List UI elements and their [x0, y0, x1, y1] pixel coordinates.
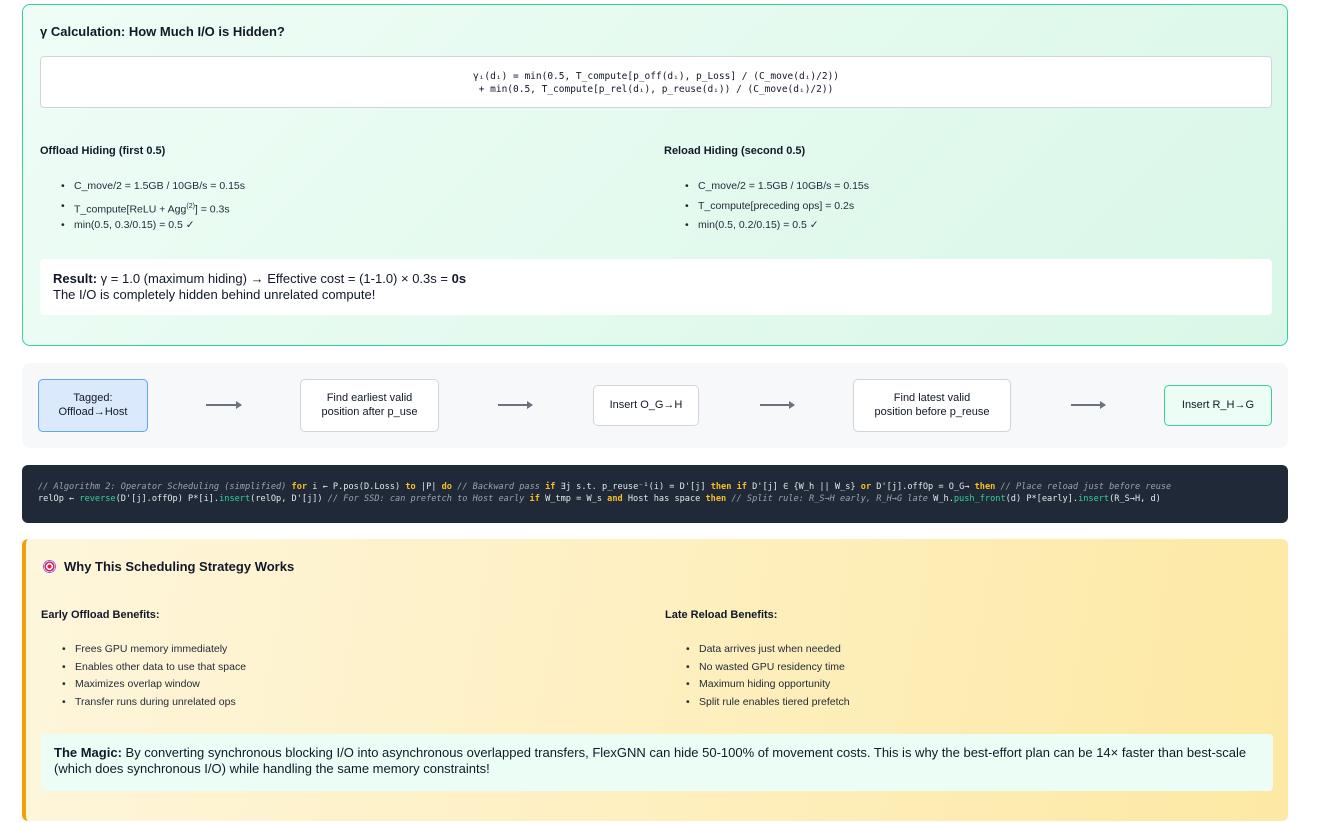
scheduling-flow-diagram: Tagged: Offload→Host Find earliest valid p… — [22, 363, 1288, 448]
code-token: D'[j] ∈ {W_h || W_s} — [746, 482, 861, 492]
result-line-2: The I/O is completely hidden behind unre… — [53, 287, 376, 302]
flow-node-tagged: Tagged: Offload→Host — [38, 379, 148, 432]
magic-label: The Magic: — [54, 745, 122, 760]
reload-hiding-list: C_move/2 = 1.5GB / 10GB/s = 0.15s T_comp… — [682, 177, 869, 236]
code-token: insert — [1078, 494, 1110, 504]
early-offload-list: Frees GPU memory immediately Enables oth… — [59, 641, 246, 711]
list-item: Split rule enables tiered prefetch — [683, 694, 850, 712]
algorithm-code-block: // Algorithm 2: Operator Scheduling (sim… — [22, 465, 1288, 523]
node-line-1: Find earliest valid — [326, 392, 413, 404]
code-token: // Split rule: R_S→H early, R_H→G late — [726, 494, 934, 504]
formula-line-1: γᵢ(dᵢ) = min(0.5, T_compute[p_off(dᵢ), p… — [472, 71, 840, 82]
gamma-formula: γᵢ(dᵢ) = min(0.5, T_compute[p_off(dᵢ), p… — [40, 56, 1272, 108]
list-item: Maximizes overlap window — [59, 676, 246, 694]
code-token: D'[j].offOp = O_G→ — [871, 482, 975, 492]
list-item: Frees GPU memory immediately — [59, 641, 246, 659]
code-token: to — [405, 482, 416, 492]
code-token: if — [736, 482, 747, 492]
flow-node-insert-reload: Insert R_H→G — [1164, 385, 1272, 426]
code-token: then — [974, 482, 996, 492]
list-item: Maximum hiding opportunity — [683, 676, 850, 694]
code-token: // Algorithm 2: Operator Scheduling (sim… — [38, 482, 292, 492]
offload-hiding-heading: Offload Hiding (first 0.5) — [40, 145, 166, 157]
code-token: or — [860, 482, 872, 492]
list-item: C_move/2 = 1.5GB / 10GB/s = 0.15s — [682, 177, 869, 197]
list-item: min(0.5, 0.3/0.15) = 0.5 ✓ — [58, 216, 245, 236]
gamma-calculation-card: γ Calculation: How Much I/O is Hidden? γ… — [22, 4, 1288, 346]
code-token: W_h. — [933, 494, 954, 504]
list-item: Enables other data to use that space — [59, 659, 246, 677]
code-token: (relOp, D'[j]) — [250, 494, 328, 504]
flow-arrow — [206, 401, 242, 409]
flow-node-find-earliest: Find earliest valid position after p_use — [300, 379, 439, 432]
code-token: (d) P*[early]. — [1005, 494, 1079, 504]
magic-text: By converting synchronous blocking I/O i… — [54, 745, 1247, 776]
flow-node-find-latest: Find latest valid position before p_reuse — [853, 379, 1011, 432]
flow-arrow — [760, 401, 795, 409]
why-strategy-card: Why This Scheduling Strategy Works Early… — [22, 539, 1288, 821]
result-box: Result: γ = 1.0 (maximum hiding) → Effec… — [40, 259, 1272, 315]
gamma-title: γ Calculation: How Much I/O is Hidden? — [40, 24, 285, 39]
list-item: Transfer runs during unrelated ops — [59, 694, 246, 712]
code-line: // Algorithm 2: Operator Scheduling (sim… — [38, 481, 1272, 493]
superscript: (2) — [186, 202, 195, 210]
flow-arrow — [498, 401, 533, 409]
flow-node-insert-offload: Insert O_G→H — [593, 385, 699, 426]
code-token: then — [710, 482, 732, 492]
node-line-1: Find latest valid — [893, 392, 971, 404]
code-token: insert — [219, 494, 251, 504]
code-token: relOp ← — [38, 494, 80, 504]
code-token: (R_S→H, d) — [1109, 494, 1161, 504]
code-token: do — [441, 482, 452, 492]
node-line-1: Tagged: — [73, 392, 113, 404]
late-reload-list: Data arrives just when needed No wasted … — [683, 641, 850, 711]
list-item: Data arrives just when needed — [683, 641, 850, 659]
target-icon — [43, 560, 56, 573]
code-line: relOp ← reverse(D'[j].offOp) P*[i].inser… — [38, 493, 1272, 505]
node-line-2: Offload→Host — [58, 405, 128, 418]
node-line-1: Insert O_G→H — [609, 398, 683, 411]
code-token: for — [291, 482, 308, 492]
result-line: Result: γ = 1.0 (maximum hiding) → Effec… — [53, 271, 1259, 287]
code-token: (D'[j].offOp) P*[i]. — [115, 494, 220, 504]
node-line-2: position after p_use — [321, 405, 418, 418]
code-token: // Place reload just before reuse — [995, 482, 1172, 492]
code-token: and — [607, 494, 623, 504]
code-token: i ← P.pos(D.Loss) — [307, 482, 406, 492]
code-token: W_tmp = W_s — [539, 494, 608, 504]
code-token: ∃j s.t. p_reuse⁻¹(i) = D'[j] — [555, 482, 711, 492]
code-token: // For SSD: can prefetch to Host early — [327, 494, 530, 504]
code-token: reverse — [79, 494, 116, 504]
reload-hiding-heading: Reload Hiding (second 0.5) — [664, 145, 806, 157]
node-line-1: Insert R_H→G — [1181, 398, 1255, 411]
list-item: min(0.5, 0.2/0.15) = 0.5 ✓ — [682, 216, 869, 236]
code-token: then — [705, 494, 727, 504]
late-reload-heading: Late Reload Benefits: — [665, 609, 778, 621]
code-token: Host has space — [622, 494, 706, 504]
list-item-text: T_compute[ReLU + Agg — [74, 203, 187, 215]
why-title: Why This Scheduling Strategy Works — [43, 559, 294, 574]
list-item: T_compute[preceding ops] = 0.2s — [682, 197, 869, 217]
code-token: // Backward pass — [451, 482, 546, 492]
list-item: C_move/2 = 1.5GB / 10GB/s = 0.15s — [58, 177, 245, 197]
why-title-text: Why This Scheduling Strategy Works — [64, 559, 295, 574]
magic-callout: The Magic: By converting synchronous blo… — [41, 734, 1273, 791]
code-token: |P| — [415, 482, 442, 492]
early-offload-heading: Early Offload Benefits: — [41, 609, 160, 621]
offload-hiding-list: C_move/2 = 1.5GB / 10GB/s = 0.15s T_comp… — [58, 177, 245, 236]
code-token: if — [529, 494, 540, 504]
list-item: No wasted GPU residency time — [683, 659, 850, 677]
result-text: γ = 1.0 (maximum hiding) → Effective cos… — [97, 271, 452, 286]
node-line-2: position before p_reuse — [874, 405, 990, 418]
formula-line-2: + min(0.5, T_compute[p_rel(dᵢ), p_reuse(… — [478, 84, 834, 95]
list-item-tail: ] = 0.3s — [194, 203, 230, 215]
flow-arrow — [1071, 401, 1106, 409]
code-token: if — [545, 482, 556, 492]
list-item: T_compute[ReLU + Agg(2)] = 0.3s — [58, 197, 245, 217]
code-token: push_front — [953, 494, 1006, 504]
result-value: 0s — [451, 271, 467, 286]
result-label: Result: — [53, 271, 98, 286]
